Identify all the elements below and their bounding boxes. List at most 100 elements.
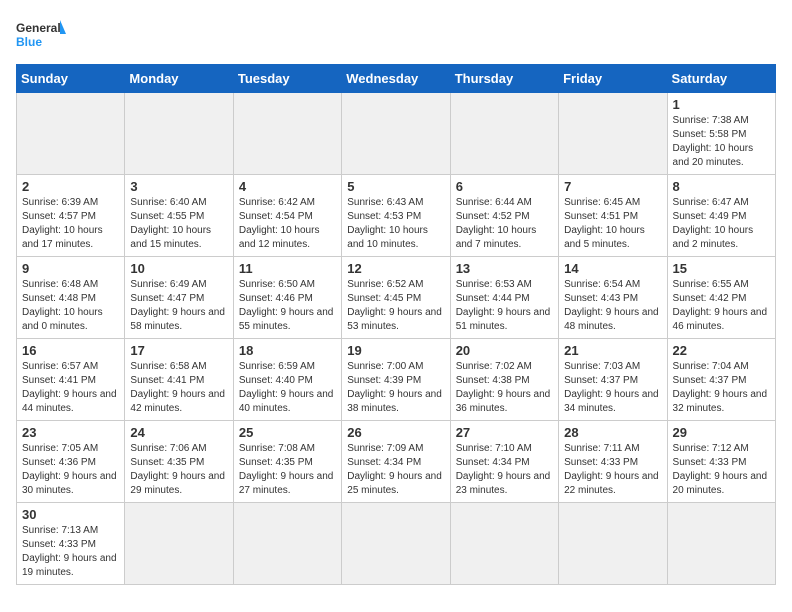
day-info: Sunrise: 7:12 AM Sunset: 4:33 PM Dayligh… (673, 442, 770, 498)
header-monday: Monday (125, 65, 233, 93)
day-number: 3 (130, 179, 227, 194)
day-number: 22 (673, 343, 770, 358)
calendar-cell: 12 Sunrise: 6:52 AM Sunset: 4:45 PM Dayli… (342, 257, 450, 339)
day-info: Sunrise: 7:08 AM Sunset: 4:35 PM Dayligh… (239, 442, 336, 498)
day-number: 4 (239, 179, 336, 194)
day-info: Sunrise: 7:11 AM Sunset: 4:33 PM Dayligh… (564, 442, 661, 498)
calendar-cell (450, 93, 558, 175)
header-sunday: Sunday (17, 65, 125, 93)
calendar-cell (125, 503, 233, 585)
calendar-cell (450, 503, 558, 585)
calendar-table: SundayMondayTuesdayWednesdayThursdayFrid… (16, 64, 776, 585)
day-info: Sunrise: 6:58 AM Sunset: 4:41 PM Dayligh… (130, 360, 227, 416)
day-number: 29 (673, 425, 770, 440)
header-thursday: Thursday (450, 65, 558, 93)
day-number: 12 (347, 261, 444, 276)
day-info: Sunrise: 6:42 AM Sunset: 4:54 PM Dayligh… (239, 196, 336, 252)
calendar-cell: 23Sunrise: 7:05 AM Sunset: 4:36 PM Dayli… (17, 421, 125, 503)
day-number: 21 (564, 343, 661, 358)
day-number: 24 (130, 425, 227, 440)
calendar-cell: 28 Sunrise: 7:11 AM Sunset: 4:33 PM Dayli… (559, 421, 667, 503)
calendar-cell: 27 Sunrise: 7:10 AM Sunset: 4:34 PM Dayli… (450, 421, 558, 503)
header-friday: Friday (559, 65, 667, 93)
day-info: Sunrise: 6:55 AM Sunset: 4:42 PM Dayligh… (673, 278, 770, 334)
day-number: 14 (564, 261, 661, 276)
calendar-week-row: 2 Sunrise: 6:39 AM Sunset: 4:57 PM Daylig… (17, 175, 776, 257)
header-saturday: Saturday (667, 65, 775, 93)
header: General Blue (16, 16, 776, 56)
calendar-cell (233, 503, 341, 585)
calendar-cell: 22Sunrise: 7:04 AM Sunset: 4:37 PM Dayli… (667, 339, 775, 421)
day-number: 20 (456, 343, 553, 358)
calendar-cell: 3Sunrise: 6:40 AM Sunset: 4:55 PM Daylig… (125, 175, 233, 257)
day-number: 17 (130, 343, 227, 358)
calendar-cell: 20 Sunrise: 7:02 AM Sunset: 4:38 PM Dayli… (450, 339, 558, 421)
calendar-cell: 15 Sunrise: 6:55 AM Sunset: 4:42 PM Dayli… (667, 257, 775, 339)
calendar-week-row: 30 Sunrise: 7:13 AM Sunset: 4:33 PM Dayli… (17, 503, 776, 585)
calendar-week-row: 16 Sunrise: 6:57 AM Sunset: 4:41 PM Dayli… (17, 339, 776, 421)
calendar-cell: 9 Sunrise: 6:48 AM Sunset: 4:48 PM Daylig… (17, 257, 125, 339)
calendar-cell (125, 93, 233, 175)
day-number: 30 (22, 507, 119, 522)
day-number: 27 (456, 425, 553, 440)
calendar-week-row: 9 Sunrise: 6:48 AM Sunset: 4:48 PM Daylig… (17, 257, 776, 339)
calendar-cell: 21 Sunrise: 7:03 AM Sunset: 4:37 PM Dayli… (559, 339, 667, 421)
calendar-cell: 29 Sunrise: 7:12 AM Sunset: 4:33 PM Dayli… (667, 421, 775, 503)
day-info: Sunrise: 6:50 AM Sunset: 4:46 PM Dayligh… (239, 278, 336, 334)
day-info: Sunrise: 7:13 AM Sunset: 4:33 PM Dayligh… (22, 524, 119, 580)
day-number: 25 (239, 425, 336, 440)
header-tuesday: Tuesday (233, 65, 341, 93)
day-info: Sunrise: 6:49 AM Sunset: 4:47 PM Dayligh… (130, 278, 227, 334)
calendar-cell: 19Sunrise: 7:00 AM Sunset: 4:39 PM Dayli… (342, 339, 450, 421)
day-info: Sunrise: 7:38 AM Sunset: 5:58 PM Dayligh… (673, 114, 770, 170)
svg-text:Blue: Blue (16, 35, 42, 49)
day-info: Sunrise: 7:09 AM Sunset: 4:34 PM Dayligh… (347, 442, 444, 498)
day-number: 28 (564, 425, 661, 440)
calendar-cell (342, 93, 450, 175)
calendar-cell: 6Sunrise: 6:44 AM Sunset: 4:52 PM Daylig… (450, 175, 558, 257)
day-number: 8 (673, 179, 770, 194)
calendar-cell: 2 Sunrise: 6:39 AM Sunset: 4:57 PM Daylig… (17, 175, 125, 257)
day-info: Sunrise: 7:03 AM Sunset: 4:37 PM Dayligh… (564, 360, 661, 416)
calendar-cell: 13Sunrise: 6:53 AM Sunset: 4:44 PM Dayli… (450, 257, 558, 339)
calendar-cell: 14Sunrise: 6:54 AM Sunset: 4:43 PM Dayli… (559, 257, 667, 339)
logo-svg: General Blue (16, 16, 66, 56)
calendar-cell (342, 503, 450, 585)
day-number: 2 (22, 179, 119, 194)
calendar-week-row: 1 Sunrise: 7:38 AM Sunset: 5:58 PM Daylig… (17, 93, 776, 175)
calendar-cell: 5Sunrise: 6:43 AM Sunset: 4:53 PM Daylig… (342, 175, 450, 257)
calendar-cell (233, 93, 341, 175)
logo: General Blue (16, 16, 66, 56)
day-number: 9 (22, 261, 119, 276)
day-number: 16 (22, 343, 119, 358)
day-info: Sunrise: 6:52 AM Sunset: 4:45 PM Dayligh… (347, 278, 444, 334)
day-number: 15 (673, 261, 770, 276)
calendar-cell: 18Sunrise: 6:59 AM Sunset: 4:40 PM Dayli… (233, 339, 341, 421)
day-number: 19 (347, 343, 444, 358)
day-info: Sunrise: 6:47 AM Sunset: 4:49 PM Dayligh… (673, 196, 770, 252)
day-number: 7 (564, 179, 661, 194)
day-number: 1 (673, 97, 770, 112)
calendar-cell: 1 Sunrise: 7:38 AM Sunset: 5:58 PM Daylig… (667, 93, 775, 175)
calendar-cell: 25 Sunrise: 7:08 AM Sunset: 4:35 PM Dayli… (233, 421, 341, 503)
calendar-cell (559, 503, 667, 585)
day-info: Sunrise: 7:10 AM Sunset: 4:34 PM Dayligh… (456, 442, 553, 498)
calendar-cell: 17 Sunrise: 6:58 AM Sunset: 4:41 PM Dayli… (125, 339, 233, 421)
day-info: Sunrise: 7:02 AM Sunset: 4:38 PM Dayligh… (456, 360, 553, 416)
calendar-cell: 8 Sunrise: 6:47 AM Sunset: 4:49 PM Daylig… (667, 175, 775, 257)
svg-text:General: General (16, 21, 61, 35)
day-info: Sunrise: 6:48 AM Sunset: 4:48 PM Dayligh… (22, 278, 119, 334)
day-number: 11 (239, 261, 336, 276)
day-info: Sunrise: 6:59 AM Sunset: 4:40 PM Dayligh… (239, 360, 336, 416)
calendar-cell (667, 503, 775, 585)
day-number: 13 (456, 261, 553, 276)
calendar-header-row: SundayMondayTuesdayWednesdayThursdayFrid… (17, 65, 776, 93)
calendar-cell (17, 93, 125, 175)
calendar-cell: 11 Sunrise: 6:50 AM Sunset: 4:46 PM Dayli… (233, 257, 341, 339)
day-info: Sunrise: 6:57 AM Sunset: 4:41 PM Dayligh… (22, 360, 119, 416)
calendar-cell: 16 Sunrise: 6:57 AM Sunset: 4:41 PM Dayli… (17, 339, 125, 421)
day-info: Sunrise: 6:39 AM Sunset: 4:57 PM Dayligh… (22, 196, 119, 252)
day-number: 26 (347, 425, 444, 440)
calendar-week-row: 23Sunrise: 7:05 AM Sunset: 4:36 PM Dayli… (17, 421, 776, 503)
day-info: Sunrise: 6:45 AM Sunset: 4:51 PM Dayligh… (564, 196, 661, 252)
